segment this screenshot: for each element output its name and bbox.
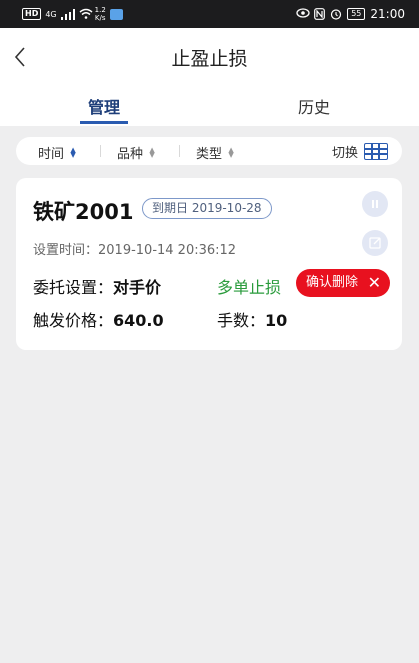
sort-arrows-icon: ▲ ▼ <box>228 145 234 159</box>
hd-badge: HD <box>22 8 42 20</box>
status-bar-left: HD 4G 1.2 K/s <box>22 5 123 23</box>
eye-icon <box>296 8 310 20</box>
switch-label: 切换 <box>331 146 358 161</box>
speed-value: 1.2 <box>94 6 106 14</box>
delete-label: 确认删除 <box>306 275 359 290</box>
entrust-setting: 委托设置：对手价 <box>33 274 161 298</box>
network-speed: 1.2 K/s <box>95 6 106 22</box>
filter-time-label: 时间 <box>38 147 65 162</box>
status-bar-right: 55 21:00 <box>296 5 405 23</box>
pause-button[interactable] <box>362 191 388 217</box>
set-time: 设置时间：2019-10-14 20:36:12 <box>33 243 237 258</box>
nfc-icon <box>313 8 325 20</box>
pause-icon <box>372 200 378 208</box>
entrust-label: 委托设置： <box>33 278 114 297</box>
network-type: 4G <box>45 9 57 19</box>
wifi-icon <box>79 8 93 20</box>
page-title: 止盈止损 <box>171 48 248 70</box>
filter-bar: 时间 ▲ ▼ 品种 ▲ ▼ 类型 ▲ ▼ 切换 <box>16 137 402 165</box>
quantity-label: 手数： <box>217 311 266 330</box>
tab-bar: 管理 历史 <box>0 86 419 126</box>
order-direction: 多单止损 <box>217 278 282 297</box>
filter-type[interactable]: 类型 ▲ ▼ <box>196 143 235 162</box>
divider <box>100 145 101 157</box>
switch-view-button[interactable]: 切换 <box>332 142 388 161</box>
filter-time[interactable]: 时间 ▲ ▼ <box>38 143 77 162</box>
table-grid-icon <box>364 143 388 160</box>
contract-name: 铁矿2001 <box>33 200 134 224</box>
tab-manage[interactable]: 管理 <box>80 94 128 124</box>
clock: 21:00 <box>370 7 405 21</box>
expiry-badge: 到期日 2019-10-28 <box>142 198 272 219</box>
tab-history[interactable]: 历史 <box>290 94 338 118</box>
gallery-notification-icon <box>109 8 123 20</box>
nav-bar: 止盈止损 <box>0 28 419 86</box>
quantity-value: 10 <box>265 311 288 330</box>
close-icon: ✕ <box>367 273 381 292</box>
trigger-value: 640.0 <box>113 311 164 330</box>
quantity: 手数：10 <box>217 307 287 331</box>
speed-unit: K/s <box>94 14 106 22</box>
edit-button[interactable] <box>362 230 388 256</box>
entrust-value: 对手价 <box>113 278 162 297</box>
trigger-price: 触发价格：640.0 <box>33 307 164 331</box>
confirm-delete-button[interactable]: 确认删除 ✕ <box>296 269 390 297</box>
sort-arrows-icon: ▲ ▼ <box>149 145 155 159</box>
filter-variety-label: 品种 <box>117 147 144 162</box>
alarm-icon <box>330 8 342 20</box>
filter-variety[interactable]: 品种 ▲ ▼ <box>117 143 156 162</box>
edit-icon <box>369 237 381 249</box>
stop-order-card: 铁矿2001 到期日 2019-10-28 设置时间：2019-10-14 20… <box>16 178 402 350</box>
sort-arrows-icon: ▲ ▼ <box>70 145 76 159</box>
status-bar: HD 4G 1.2 K/s 55 21:00 <box>0 0 419 28</box>
filter-type-label: 类型 <box>196 147 223 162</box>
trigger-label: 触发价格： <box>33 311 114 330</box>
divider <box>179 145 180 157</box>
signal-icon <box>60 8 75 20</box>
battery-indicator: 55 <box>347 8 366 20</box>
